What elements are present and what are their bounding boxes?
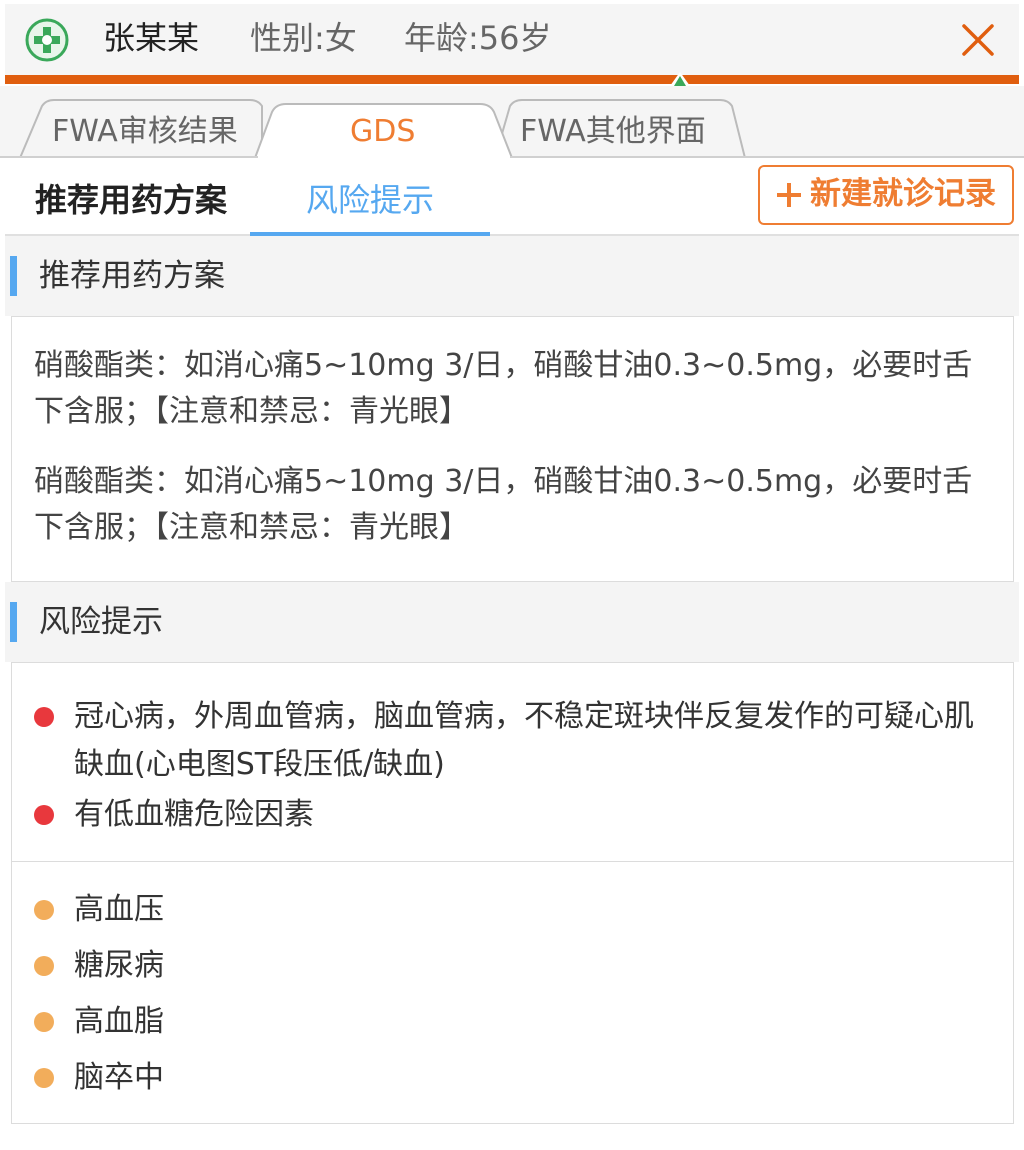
section-accent-bar bbox=[10, 602, 17, 642]
tab-gds[interactable]: GDS bbox=[350, 114, 415, 150]
plan-item: 硝酸酯类：如消心痛5~10mg 3/日，硝酸甘油0.3~0.5mg，必要时舌下含… bbox=[34, 464, 973, 545]
plan-section-header: 推荐用药方案 bbox=[5, 236, 1019, 316]
risk-section-title: 风险提示 bbox=[39, 604, 163, 640]
risk-item-text: 冠心病，外周血管病，脑血管病，不稳定斑块伴反复发作的可疑心肌缺血(心电图ST段压… bbox=[74, 699, 974, 782]
medium-risk-dot-icon bbox=[34, 956, 54, 976]
medium-risk-dot-icon bbox=[34, 900, 54, 920]
risk-item-text: 脑卒中 bbox=[74, 1060, 164, 1095]
top-tab-baseline-right bbox=[510, 156, 1024, 158]
risk-item-text: 糖尿病 bbox=[74, 948, 164, 983]
high-risk-dot-icon bbox=[34, 805, 54, 825]
close-icon[interactable] bbox=[958, 20, 998, 60]
medium-risk-dot-icon bbox=[34, 1012, 54, 1032]
high-risk-dot-icon bbox=[34, 707, 54, 727]
medium-risk-dot-icon bbox=[34, 1068, 54, 1088]
patient-age: 年龄:56岁 bbox=[404, 19, 552, 57]
plan-item: 硝酸酯类：如消心痛5~10mg 3/日，硝酸甘油0.3~0.5mg，必要时舌下含… bbox=[34, 348, 973, 429]
list-item: 有低血糖危险因素 bbox=[34, 791, 994, 839]
tab-fwa-other[interactable]: FWA其他界面 bbox=[520, 114, 706, 150]
top-tab-baseline-left bbox=[0, 156, 258, 158]
list-item: 糖尿病 bbox=[34, 942, 994, 990]
risk-section-header: 风险提示 bbox=[5, 582, 1019, 662]
plus-icon bbox=[777, 183, 801, 207]
list-item: 高血脂 bbox=[34, 998, 994, 1046]
subtab-medication-plan[interactable]: 推荐用药方案 bbox=[35, 178, 227, 222]
subtab-risk-alert[interactable]: 风险提示 bbox=[306, 178, 434, 222]
tab-fwa-review[interactable]: FWA审核结果 bbox=[52, 114, 238, 150]
plan-section-title: 推荐用药方案 bbox=[39, 258, 225, 294]
patient-gender: 性别:女 bbox=[250, 19, 357, 57]
list-item: 高血压 bbox=[34, 886, 994, 934]
new-visit-record-button[interactable]: 新建就诊记录 bbox=[758, 165, 1014, 225]
plan-content-box: 硝酸酯类：如消心痛5~10mg 3/日，硝酸甘油0.3~0.5mg，必要时舌下含… bbox=[11, 316, 1014, 582]
risk-item-text: 有低血糖危险因素 bbox=[74, 797, 314, 832]
header-divider bbox=[5, 75, 1019, 84]
high-risk-box: 冠心病，外周血管病，脑血管病，不稳定斑块伴反复发作的可疑心肌缺血(心电图ST段压… bbox=[11, 662, 1014, 862]
patient-header: 张某某 性别:女 年龄:56岁 bbox=[5, 4, 1019, 76]
medium-risk-box: 高血压 糖尿病 高血脂 脑卒中 bbox=[11, 861, 1014, 1124]
list-item: 冠心病，外周血管病，脑血管病，不稳定斑块伴反复发作的可疑心肌缺血(心电图ST段压… bbox=[34, 693, 994, 793]
new-visit-record-label: 新建就诊记录 bbox=[810, 176, 996, 212]
risk-item-text: 高血压 bbox=[74, 892, 164, 927]
list-item: 脑卒中 bbox=[34, 1054, 994, 1102]
hospital-logo-icon bbox=[25, 18, 69, 62]
notch-indicator-icon bbox=[670, 72, 690, 86]
section-accent-bar bbox=[10, 256, 17, 296]
patient-name: 张某某 bbox=[103, 19, 200, 57]
risk-item-text: 高血脂 bbox=[74, 1004, 164, 1039]
